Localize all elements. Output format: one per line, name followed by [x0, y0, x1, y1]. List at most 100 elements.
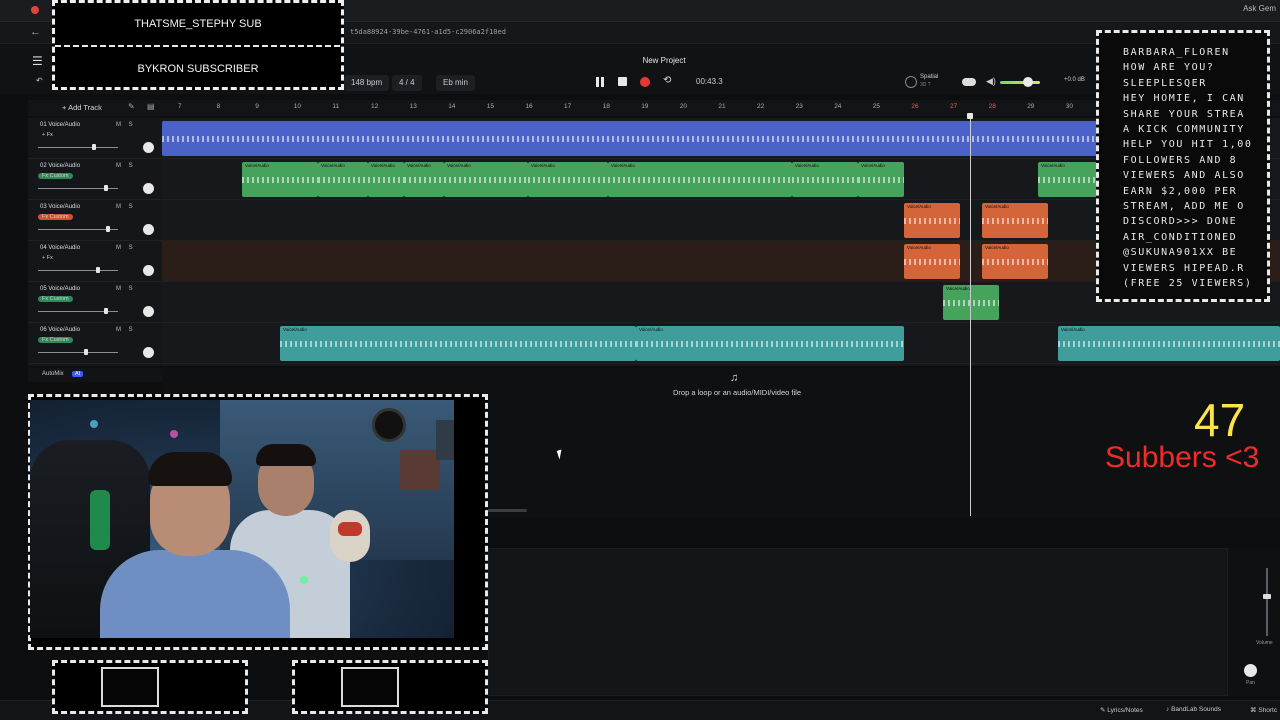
audio-clip[interactable]: Voice/Audio [858, 162, 904, 197]
audio-clip[interactable]: Voice/Audio [904, 203, 960, 238]
fx-button[interactable]: Fx Custom [38, 337, 73, 343]
track-pan-knob[interactable] [143, 142, 154, 153]
audio-clip[interactable]: Voice/Audio [280, 326, 636, 361]
ruler-bar-number: 11 [332, 103, 340, 110]
track-name[interactable]: 03 Voice/Audio [40, 204, 80, 210]
track-volume-knob[interactable] [104, 185, 108, 191]
clip-label: Voice/Audio [611, 163, 635, 168]
audio-clip[interactable]: Voice/Audio [904, 244, 960, 279]
waveform [636, 340, 904, 347]
channel-volume-knob[interactable] [1263, 594, 1271, 599]
mute-solo-buttons[interactable]: M S [116, 204, 136, 210]
chat-message: (FREE 25 VIEWERS) [1123, 278, 1253, 289]
audio-clip[interactable]: Voice/Audio [528, 162, 608, 197]
spatial-audio-icon[interactable] [905, 76, 917, 88]
audio-clip[interactable]: Voice/Audio [982, 244, 1048, 279]
audio-clip[interactable]: Voice/Audio [242, 162, 318, 197]
track-volume-knob[interactable] [92, 144, 96, 150]
ask-gemini-button[interactable]: Ask Gem [1243, 4, 1276, 13]
track-volume-knob[interactable] [104, 308, 108, 314]
fx-button[interactable]: Fx Custom [38, 173, 73, 179]
chat-message: DISCORD>>> DONE [1123, 216, 1238, 228]
audio-clip[interactable] [162, 121, 1102, 156]
fx-button[interactable]: Fx Custom [38, 214, 73, 220]
playhead[interactable] [970, 116, 971, 516]
mute-solo-buttons[interactable]: M S [116, 327, 136, 333]
fx-button[interactable]: + Fx [38, 132, 57, 138]
ruler-bar-number: 25 [872, 103, 881, 110]
track-name[interactable]: 06 Voice/Audio [40, 327, 80, 333]
audio-clip[interactable]: Voice/Audio [792, 162, 858, 197]
spatial-toggle[interactable] [962, 78, 976, 86]
track-volume-slider[interactable] [38, 147, 118, 148]
add-track-button[interactable]: + Add Track [62, 103, 102, 112]
mute-solo-buttons[interactable]: M S [116, 122, 136, 128]
audio-clip[interactable]: Voice/Audio [404, 162, 444, 197]
playhead-handle[interactable] [967, 113, 973, 119]
mute-solo-buttons[interactable]: M S [116, 245, 136, 251]
track-header[interactable]: 01 Voice/Audio M S + Fx [28, 118, 162, 159]
record-icon[interactable] [640, 77, 650, 87]
audio-clip[interactable]: Voice/Audio [943, 285, 999, 320]
mute-solo-buttons[interactable]: M S [116, 163, 136, 169]
track-volume-slider[interactable] [38, 270, 118, 271]
track-volume-knob[interactable] [106, 226, 111, 232]
master-volume-slider[interactable] [1000, 81, 1040, 84]
stop-icon[interactable] [618, 77, 627, 86]
track-pan-knob[interactable] [143, 306, 154, 317]
loop-icon[interactable]: ⟲ [663, 75, 671, 86]
list-icon[interactable]: ▤ [147, 102, 155, 111]
cam-light [90, 420, 98, 428]
track-header[interactable]: 06 Voice/Audio M S Fx Custom [28, 323, 162, 364]
track-header[interactable]: 04 Voice/Audio M S + Fx [28, 241, 162, 282]
undo-icon[interactable]: ↶ [36, 76, 43, 85]
track-volume-knob[interactable] [84, 349, 88, 355]
fx-button[interactable]: + Fx [38, 255, 57, 261]
clip-label: Voice/Audio [1061, 327, 1085, 332]
track-header[interactable]: 03 Voice/Audio M S Fx Custom [28, 200, 162, 241]
mute-solo-buttons[interactable]: M S [116, 286, 136, 292]
track-volume-slider[interactable] [38, 352, 118, 353]
tempo-display[interactable]: 148 bpm [344, 75, 390, 91]
channel-pan-knob[interactable] [1244, 664, 1257, 677]
track-name[interactable]: 01 Voice/Audio [40, 122, 80, 128]
key-display[interactable]: Eb min [436, 75, 475, 91]
track-header[interactable]: 05 Voice/Audio M S Fx Custom [28, 282, 162, 323]
automix-label[interactable]: AutoMix [42, 371, 64, 377]
bandlab-sounds-button[interactable]: ♪ BandLab Sounds [1166, 706, 1221, 713]
time-signature-display[interactable]: 4 / 4 [392, 75, 422, 91]
audio-clip[interactable]: Voice/Audio [608, 162, 792, 197]
audio-clip[interactable]: Voice/Audio [636, 326, 904, 361]
track-volume-knob[interactable] [96, 267, 100, 273]
master-volume-knob[interactable] [1023, 77, 1033, 87]
lyrics-notes-label: Lyrics/Notes [1107, 707, 1143, 714]
ruler-bar-number: 16 [525, 103, 533, 110]
tools-icon[interactable]: ✎ [128, 102, 135, 111]
audio-clip[interactable]: Voice/Audio [318, 162, 368, 197]
overlay-deco-right [292, 660, 488, 714]
close-window-icon[interactable] [31, 6, 39, 14]
track-pan-knob[interactable] [143, 265, 154, 276]
shortcuts-button[interactable]: ⌘ Shortc [1250, 706, 1277, 714]
channel-volume-fader[interactable] [1266, 568, 1268, 636]
ruler-bar-number: 10 [293, 103, 302, 110]
audio-clip[interactable]: Voice/Audio [444, 162, 528, 197]
horizontal-scrollbar[interactable] [487, 509, 527, 512]
clip-label: Voice/Audio [531, 163, 555, 168]
track-name[interactable]: 02 Voice/Audio [40, 163, 80, 169]
track-pan-knob[interactable] [143, 347, 154, 358]
back-arrow-icon[interactable]: ← [30, 26, 41, 38]
lyrics-notes-button[interactable]: ✎ Lyrics/Notes [1100, 706, 1143, 714]
audio-clip[interactable]: Voice/Audio [982, 203, 1048, 238]
pause-icon[interactable] [595, 77, 605, 87]
track-pan-knob[interactable] [143, 183, 154, 194]
fx-button[interactable]: Fx Custom [38, 296, 73, 302]
track-pan-knob[interactable] [143, 224, 154, 235]
track-name[interactable]: 05 Voice/Audio [40, 286, 80, 292]
track-header[interactable]: 02 Voice/Audio M S Fx Custom [28, 159, 162, 200]
speaker-icon[interactable]: ◀) [986, 76, 996, 87]
audio-clip[interactable]: Voice/Audio [368, 162, 404, 197]
audio-clip[interactable]: Voice/Audio [1058, 326, 1280, 361]
clip-label: Voice/Audio [985, 245, 1009, 250]
track-name[interactable]: 04 Voice/Audio [40, 245, 80, 251]
